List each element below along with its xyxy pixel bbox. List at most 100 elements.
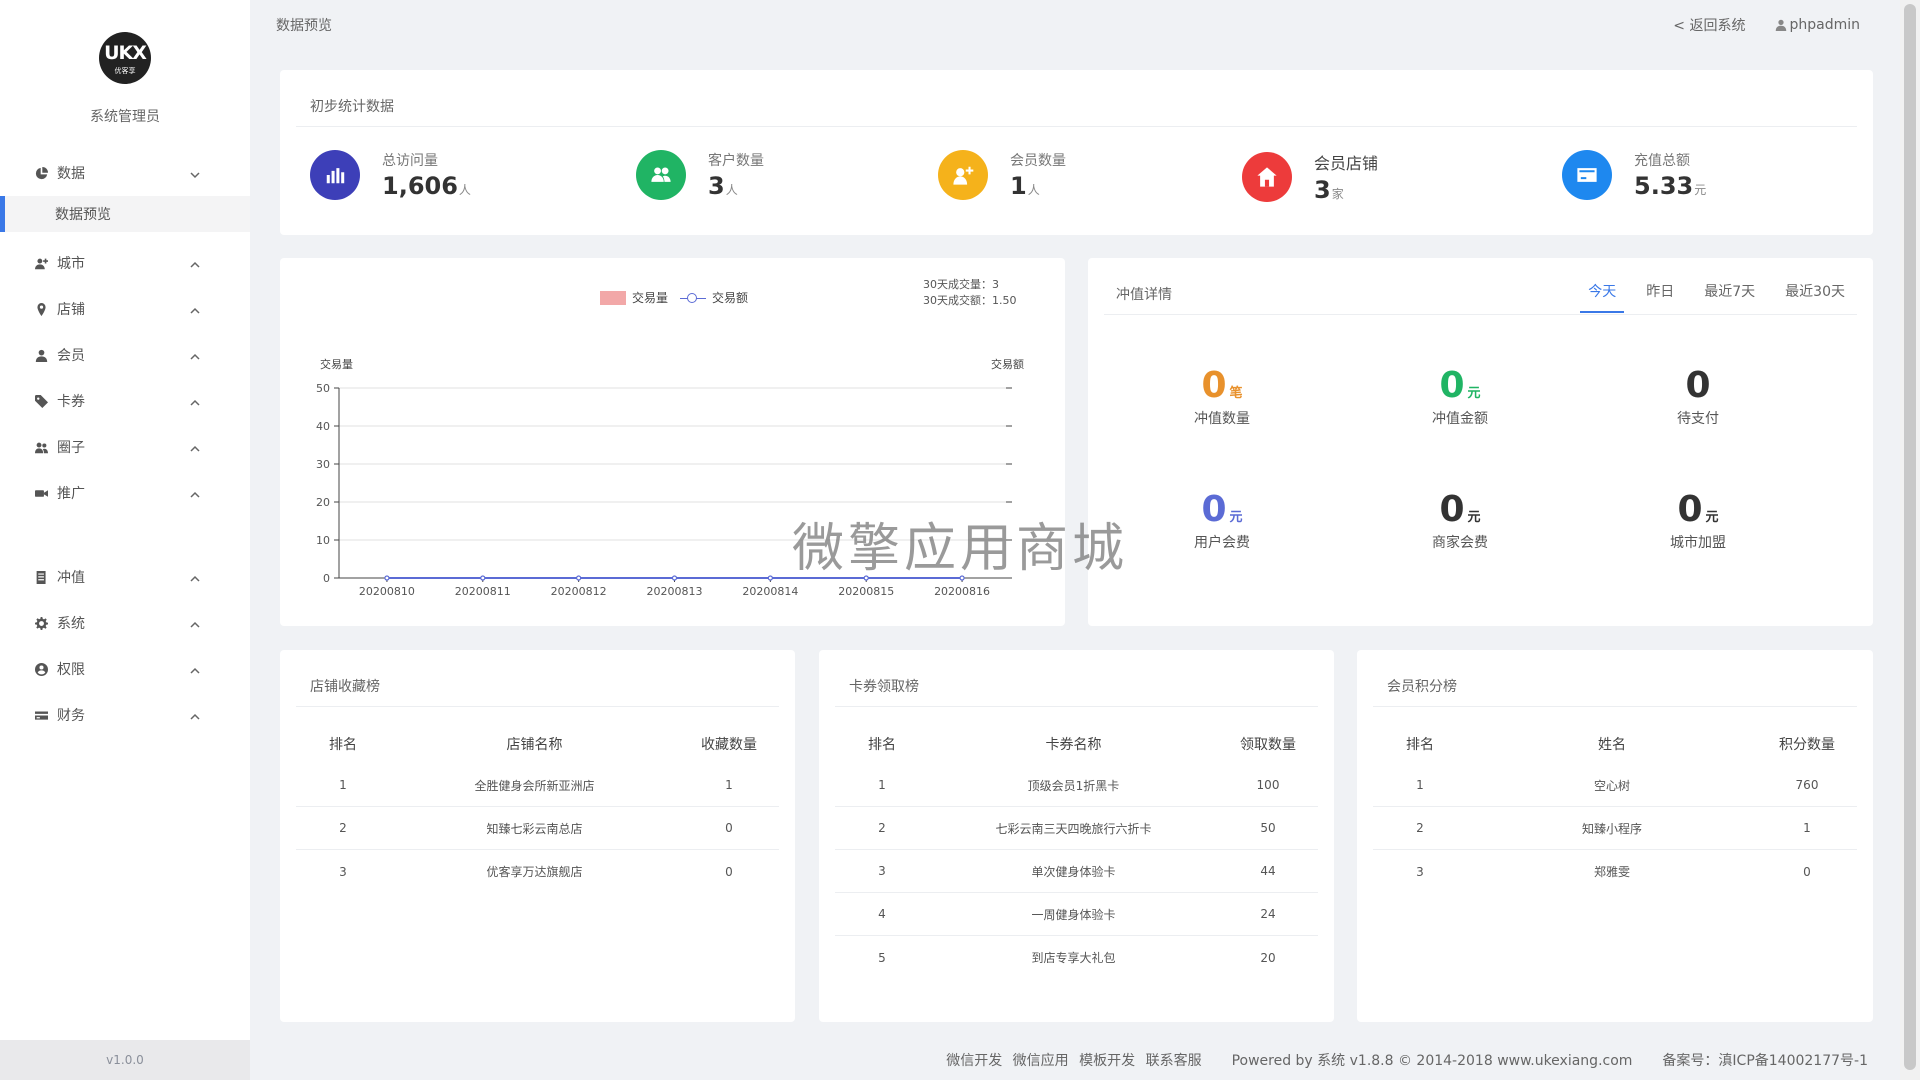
chevron-up-icon	[190, 442, 200, 452]
rank-cell: 1	[339, 778, 347, 792]
user-plus-icon	[938, 150, 988, 200]
data-point	[384, 575, 390, 581]
pie-chart-icon	[34, 166, 48, 180]
y2-axis-label: 交易额	[991, 357, 1024, 371]
chart-legend[interactable]: 交易量 交易额	[600, 289, 748, 306]
chevron-up-icon	[190, 664, 200, 674]
nav-item-member[interactable]: 会员	[0, 332, 250, 378]
count-cell: 24	[1260, 907, 1276, 921]
points-cell: 0	[1803, 864, 1811, 879]
x-tick-label: 20200810	[359, 585, 415, 598]
stat-value: 3	[708, 172, 725, 200]
stat-value: 3	[1314, 176, 1331, 204]
chevron-up-icon	[190, 488, 200, 498]
divider	[1373, 706, 1857, 707]
tab-yesterday[interactable]: 昨日	[1646, 281, 1674, 313]
nav-item-label: 圈子	[57, 440, 85, 456]
footer-link-wechat-dev[interactable]: 微信开发	[946, 1053, 1002, 1069]
column-header: 收藏数量	[701, 737, 757, 753]
nav-item-circle[interactable]: 圈子	[0, 424, 250, 470]
column-header: 姓名	[1598, 737, 1626, 753]
username: phpadmin	[1789, 17, 1860, 33]
gear-icon	[34, 616, 48, 630]
nav-item-finance[interactable]: 财务	[0, 692, 250, 738]
x-tick-label: 20200814	[742, 585, 798, 598]
map-pin-icon	[34, 302, 48, 316]
legend-line-label: 交易额	[712, 291, 749, 305]
recharge-detail-card: 冲值详情 今天 昨日 最近7天 最近30天 0笔 冲值数量 0元 冲值金额 0 …	[1088, 258, 1873, 626]
column-header: 卡券名称	[1045, 737, 1102, 753]
member-name-cell: 知臻小程序	[1581, 821, 1642, 836]
logo[interactable]: UKX 优客享	[99, 32, 151, 84]
rank-cell: 3	[339, 864, 347, 879]
nav-item-city[interactable]: 城市	[0, 240, 250, 286]
count-cell: 0	[725, 821, 733, 835]
footer-link-support[interactable]: 联系客服	[1146, 1053, 1202, 1069]
nav-item-label: 财务	[57, 708, 85, 724]
nav-item-permission[interactable]: 权限	[0, 646, 250, 692]
scrollbar[interactable]	[1900, 0, 1920, 1080]
rank-cell: 1	[878, 778, 886, 792]
user-icon	[34, 348, 48, 362]
metric-label: 城市加盟	[1670, 535, 1726, 551]
nav-item-label: 冲值	[57, 570, 85, 586]
count-cell: 100	[1256, 778, 1280, 792]
tab-last-30-days[interactable]: 最近30天	[1785, 281, 1845, 313]
member-rank-title: 会员积分榜	[1387, 679, 1457, 695]
table-row: 4 一周健身体验卡 24	[835, 893, 1318, 936]
y-tick-label: 0	[323, 572, 330, 585]
chart-notes: 30天成交量：3 30天成交额：1.50	[923, 277, 1017, 309]
nav-item-label: 权限	[57, 662, 85, 678]
nav-item-data[interactable]: 数据	[0, 150, 250, 196]
table-row: 1 顶级会员1折黑卡 100	[835, 764, 1318, 807]
footer-link-template-dev[interactable]: 模板开发	[1079, 1053, 1135, 1069]
user-icon	[1776, 19, 1787, 31]
user-menu[interactable]: phpadmin	[1775, 17, 1860, 33]
users-icon	[636, 150, 686, 200]
recharge-title: 冲值详情	[1116, 287, 1172, 303]
city-franchise-fee: 0元 城市加盟	[1618, 490, 1778, 552]
back-to-system-link[interactable]: < 返回系统	[1673, 15, 1745, 35]
store-favorites-rank-card: 店铺收藏榜 排名 店铺名称 收藏数量 1 全胜健身会所新亚洲店 1 2 知臻七彩…	[280, 650, 795, 1022]
footer-icp[interactable]: 备案号：滇ICP备14002177号-1	[1662, 1050, 1868, 1070]
metric-unit: 元	[1705, 510, 1719, 525]
table-header: 排名 卡券名称 领取数量	[835, 724, 1318, 764]
y-tick-label: 10	[316, 534, 330, 547]
chevron-up-icon	[190, 396, 200, 406]
count-cell: 50	[1260, 821, 1276, 835]
pending-payment: 0 待支付	[1618, 366, 1778, 428]
coupon-name-cell: 单次健身体验卡	[1031, 864, 1116, 879]
footer-link-wechat-apps[interactable]: 微信应用	[1013, 1053, 1069, 1069]
merchant-membership-fee: 0元 商家会费	[1380, 490, 1540, 552]
metric-label: 冲值数量	[1194, 411, 1250, 427]
tab-today[interactable]: 今天	[1580, 281, 1625, 313]
metric-label: 冲值金额	[1432, 411, 1488, 427]
nav-item-system[interactable]: 系统	[0, 600, 250, 646]
user-membership-fee: 0元 用户会费	[1142, 490, 1302, 552]
footer-powered-by[interactable]: Powered by 系统 v1.8.8 © 2014-2018 www.uke…	[1232, 1050, 1633, 1070]
data-point	[576, 575, 582, 581]
users-icon	[34, 440, 48, 454]
tag-icon	[34, 394, 48, 408]
nav-sub-item-data-preview[interactable]: 数据预览	[0, 196, 250, 232]
card-icon	[1562, 150, 1612, 200]
table-row: 5 到店专享大礼包 20	[835, 936, 1318, 979]
stat-label: 总访问量	[382, 153, 438, 169]
store-icon	[1242, 152, 1292, 202]
x-tick-label: 20200816	[934, 585, 990, 598]
data-point	[480, 575, 486, 581]
scrollbar-thumb[interactable]	[1904, 4, 1916, 1070]
coupon-name-cell: 到店专享大礼包	[1031, 951, 1116, 965]
metric-value: 0	[1201, 365, 1227, 406]
tab-last-7-days[interactable]: 最近7天	[1704, 281, 1755, 313]
metric-label: 商家会费	[1432, 535, 1488, 551]
member-name-cell: 郑雅雯	[1593, 865, 1630, 879]
divider	[835, 706, 1318, 707]
nav-item-coupon[interactable]: 卡券	[0, 378, 250, 424]
nav-item-promotion[interactable]: 推广	[0, 470, 250, 516]
stat-value: 1	[1010, 172, 1027, 200]
stat-unit: 人	[725, 183, 738, 197]
table-row: 1 全胜健身会所新亚洲店 1	[296, 764, 779, 807]
nav-item-store[interactable]: 店铺	[0, 286, 250, 332]
nav-item-recharge[interactable]: 冲值	[0, 554, 250, 600]
